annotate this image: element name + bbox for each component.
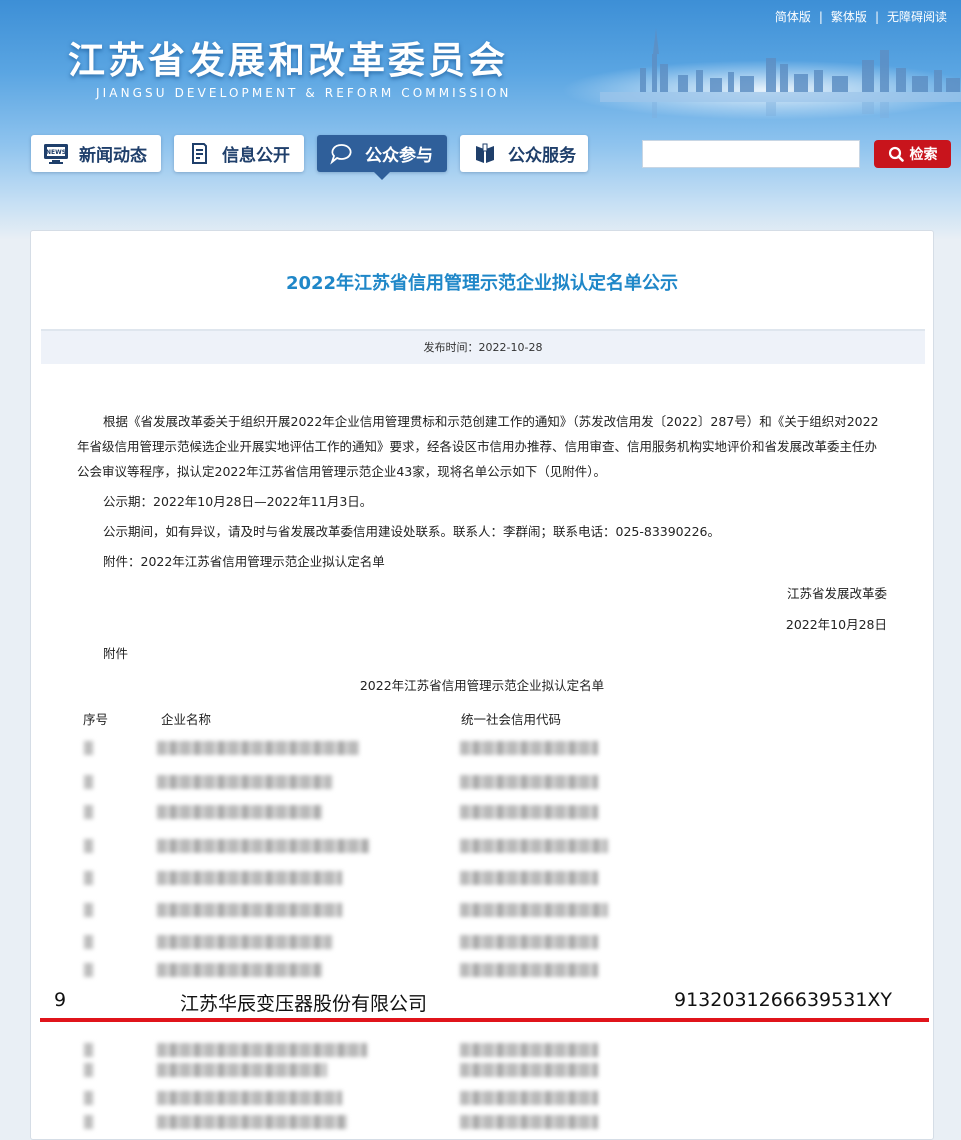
redacted-index bbox=[84, 903, 93, 917]
redacted-credit-code bbox=[460, 871, 598, 885]
nav-public-participation-label: 公众参与 bbox=[365, 146, 433, 166]
document-icon bbox=[192, 142, 207, 164]
redacted-company-name bbox=[157, 741, 359, 755]
article-paragraph: 根据《省发展改革委关于组织开展2022年企业信用管理贯标和示范创建工作的通知》（… bbox=[77, 414, 879, 479]
redacted-credit-code bbox=[460, 1063, 598, 1077]
nav-public-participation[interactable]: 公众参与 bbox=[317, 135, 447, 180]
nav-news-label: 新闻动态 bbox=[79, 146, 147, 166]
redacted-index bbox=[84, 935, 93, 949]
accessibility-link[interactable]: 无障碍阅读 bbox=[887, 10, 947, 24]
search-input[interactable] bbox=[642, 140, 860, 168]
redacted-credit-code bbox=[460, 741, 598, 755]
article-paragraph: 公示期：2022年10月28日—2022年11月3日。 bbox=[103, 494, 373, 509]
redacted-credit-code bbox=[460, 1043, 598, 1057]
redacted-row bbox=[31, 836, 935, 858]
table-header-index: 序号 bbox=[83, 712, 109, 727]
redacted-index bbox=[84, 1091, 93, 1105]
redacted-index bbox=[84, 1063, 93, 1077]
nav-info-disclosure[interactable]: 信息公开 bbox=[174, 135, 304, 172]
highlight-underline bbox=[40, 1018, 929, 1022]
article-body: 根据《省发展改革委关于组织开展2022年企业信用管理贯标和示范创建工作的通知》（… bbox=[77, 409, 887, 579]
highlighted-table-row: 9 江苏华辰变压器股份有限公司 913203126663953​1XY bbox=[0, 985, 961, 1020]
redacted-index bbox=[84, 805, 93, 819]
nav-public-service[interactable]: 公众服务 bbox=[460, 135, 588, 172]
redacted-company-name bbox=[157, 935, 332, 949]
redacted-company-name bbox=[157, 1043, 367, 1057]
redacted-credit-code bbox=[460, 963, 598, 977]
redacted-credit-code bbox=[460, 775, 598, 789]
sign-date: 2022年10月28日 bbox=[785, 617, 887, 632]
redacted-row bbox=[31, 1060, 935, 1082]
redacted-row bbox=[31, 932, 935, 954]
site-subtitle: JIANGSU DEVELOPMENT & REFORM COMMISSION bbox=[96, 86, 512, 100]
redacted-row bbox=[31, 1088, 935, 1110]
attachment-label: 附件 bbox=[103, 646, 129, 661]
top-links: 简体版 | 繁体版 | 无障碍阅读 bbox=[774, 10, 947, 24]
redacted-company-name bbox=[157, 1091, 342, 1105]
redacted-company-name bbox=[157, 903, 342, 917]
nav-info-disclosure-label: 信息公开 bbox=[222, 146, 290, 166]
city-skyline-image bbox=[600, 28, 961, 118]
search-button-label: 检索 bbox=[909, 147, 938, 163]
highlight-credit-code: 913203126663953​1XY bbox=[674, 989, 893, 1011]
nav-news[interactable]: NEWS 新闻动态 bbox=[31, 135, 161, 172]
redacted-credit-code bbox=[460, 1115, 598, 1129]
redacted-credit-code bbox=[460, 1091, 598, 1105]
redacted-index bbox=[84, 963, 93, 977]
redacted-company-name bbox=[157, 775, 332, 789]
redacted-index bbox=[84, 839, 93, 853]
highlight-company-name: 江苏华辰变压器股份有限公司 bbox=[180, 993, 428, 1015]
redacted-row bbox=[31, 868, 935, 890]
attachment-link[interactable]: 附件：2022年江苏省信用管理示范企业拟认定名单 bbox=[77, 549, 887, 574]
redacted-company-name bbox=[157, 839, 369, 853]
highlight-index: 9 bbox=[54, 989, 67, 1011]
redacted-company-name bbox=[157, 963, 322, 977]
book-icon bbox=[476, 143, 494, 163]
table-title: 2022年江苏省信用管理示范企业拟认定名单 bbox=[359, 678, 605, 693]
redacted-company-name bbox=[157, 1115, 347, 1129]
redacted-company-name bbox=[157, 805, 322, 819]
redacted-index bbox=[84, 871, 93, 885]
redacted-credit-code bbox=[460, 839, 608, 853]
search-button[interactable]: 检索 bbox=[874, 140, 951, 168]
redacted-credit-code bbox=[460, 935, 598, 949]
site-header: 简体版 | 繁体版 | 无障碍阅读 江苏省发展和改革委员会 JIANGSU DEVELO… bbox=[0, 0, 961, 240]
article-title: 2022年江苏省信用管理示范企业拟认定名单公示 bbox=[285, 273, 679, 294]
table-header-code: 统一社会信用代码 bbox=[461, 712, 562, 727]
simplified-chinese-link[interactable]: 简体版 bbox=[775, 10, 811, 24]
redacted-index bbox=[84, 1043, 93, 1057]
publish-time: 发布时间：2022-10-28 bbox=[41, 331, 925, 364]
table-header-name: 企业名称 bbox=[161, 712, 212, 727]
redacted-index bbox=[84, 775, 93, 789]
news-icon: NEWS bbox=[44, 143, 68, 164]
search-icon bbox=[888, 146, 904, 162]
redacted-row bbox=[31, 1040, 935, 1062]
chat-icon bbox=[330, 143, 352, 165]
redacted-credit-code bbox=[460, 903, 608, 917]
redacted-credit-code bbox=[460, 805, 598, 819]
redacted-company-name bbox=[157, 1063, 327, 1077]
traditional-chinese-link[interactable]: 繁体版 bbox=[831, 10, 867, 24]
site-title[interactable]: 江苏省发展和改革委员会 bbox=[68, 30, 508, 84]
redacted-row bbox=[31, 900, 935, 922]
signature: 江苏省发展改革委 bbox=[786, 586, 887, 601]
redacted-row bbox=[31, 1112, 935, 1134]
redacted-company-name bbox=[157, 871, 342, 885]
redacted-row bbox=[31, 960, 935, 982]
redacted-index bbox=[84, 741, 93, 755]
redacted-row bbox=[31, 738, 935, 760]
svg-text:NEWS: NEWS bbox=[46, 149, 66, 156]
redacted-index bbox=[84, 1115, 93, 1129]
redacted-row bbox=[31, 772, 935, 794]
redacted-row bbox=[31, 802, 935, 824]
nav-public-service-label: 公众服务 bbox=[508, 146, 576, 166]
article-paragraph: 公示期间，如有异议，请及时与省发展改革委信用建设处联系。联系人：李群闹；联系电话… bbox=[103, 524, 720, 539]
